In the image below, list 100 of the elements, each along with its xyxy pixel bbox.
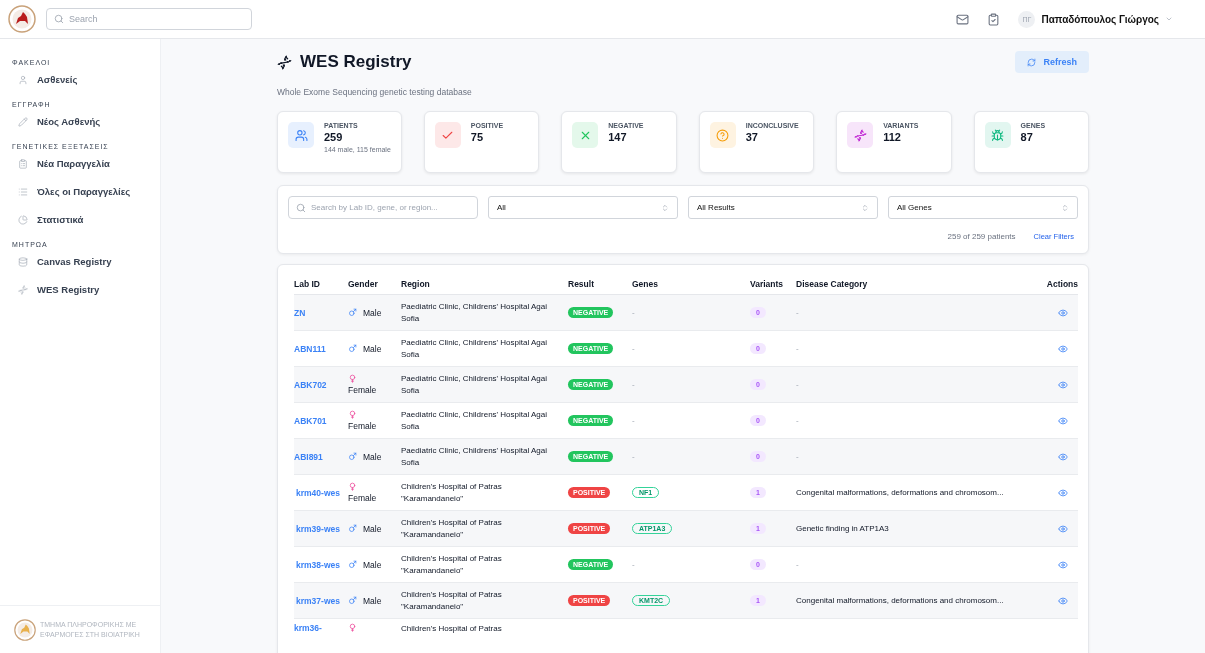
pencil-icon	[18, 116, 28, 127]
sidebar-item[interactable]: Νέα Παραγγελία	[0, 153, 160, 174]
empty-genes: -	[632, 308, 635, 317]
lab-id-link[interactable]: krm37-wes	[294, 595, 342, 606]
empty-genes: -	[632, 560, 635, 569]
stat-value: 112	[883, 131, 902, 143]
lab-id-link[interactable]: ABK701	[294, 415, 342, 426]
stat-value: 37	[745, 131, 759, 143]
view-icon[interactable]	[1058, 343, 1068, 354]
lab-id-link[interactable]: ABI891	[294, 451, 342, 462]
gender-text: Male	[363, 451, 382, 462]
filter-select[interactable]: All	[488, 196, 678, 219]
empty-disease: -	[796, 308, 799, 317]
view-icon[interactable]	[1058, 307, 1068, 318]
column-header: Region	[401, 273, 568, 295]
disease-text: Congenital malformations, deformations and chromosom...	[796, 488, 1004, 497]
list-icon	[18, 186, 28, 197]
lab-id-link[interactable]: ABN111	[294, 343, 342, 354]
page-subtitle: Whole Exome Sequencing genetic testing database	[277, 87, 473, 97]
search-icon	[296, 202, 306, 213]
view-icon[interactable]	[1058, 595, 1068, 606]
empty-genes: -	[632, 380, 635, 389]
stat-value: 147	[608, 131, 628, 143]
refresh-button[interactable]: Refresh	[1015, 51, 1089, 73]
lab-id-link[interactable]: ZN	[294, 307, 342, 318]
column-header: Variants	[750, 273, 796, 295]
sidebar-item[interactable]: Όλες οι Παραγγελίες	[0, 181, 160, 202]
column-header: Actions	[1032, 273, 1078, 295]
lab-id-link[interactable]: krm38-wes	[294, 559, 342, 570]
region-text: Children's Hospital of Patras "Karamandaneio"	[401, 552, 503, 577]
region-text: Children's Hospital of Patras "Karamandaneio"	[401, 516, 503, 541]
view-icon[interactable]	[1058, 415, 1068, 426]
dna-icon	[18, 284, 28, 295]
region-text: Paediatric Clinic, Childrens' Hospital Agai Sofia	[401, 336, 549, 361]
gender-text: Male	[363, 343, 382, 354]
chevrons-icon	[861, 203, 869, 212]
university-logo	[8, 5, 36, 33]
region-text: Paediatric Clinic, Childrens' Hospital Agai Sofia	[401, 408, 549, 433]
view-icon[interactable]	[1058, 379, 1068, 390]
empty-disease: -	[796, 380, 799, 389]
lab-id-link[interactable]: ABK702	[294, 379, 342, 390]
clipboard-check-icon[interactable]	[987, 12, 1001, 26]
gender-text: Female	[348, 421, 377, 431]
stat-value: 259	[324, 131, 344, 143]
region-text: Children's Hospital of Patras "Karamandaneio"	[401, 480, 503, 505]
lab-id-link[interactable]: krm36-	[294, 623, 342, 633]
column-header: Gender	[348, 273, 401, 295]
empty-disease: -	[796, 416, 799, 425]
region-text: Paediatric Clinic, Childrens' Hospital Agai Sofia	[401, 372, 549, 397]
chevrons-icon	[1061, 203, 1069, 212]
department-logo	[14, 618, 36, 641]
sidebar-item[interactable]: Ασθενείς	[0, 69, 160, 90]
empty-disease: -	[796, 452, 799, 461]
empty-disease: -	[796, 344, 799, 353]
region-text: Paediatric Clinic, Childrens' Hospital Agai Sofia	[401, 300, 549, 325]
database-icon	[18, 256, 28, 267]
chevron-down-icon	[1165, 15, 1173, 23]
stat-value: 87	[1020, 131, 1034, 143]
sidebar-item[interactable]: Στατιστικά	[0, 209, 160, 230]
lab-id-link[interactable]: krm40-wes	[294, 487, 342, 498]
region-text: Paediatric Clinic, Childrens' Hospital Agai Sofia	[401, 444, 549, 469]
view-icon[interactable]	[1058, 487, 1068, 498]
mail-icon[interactable]	[956, 12, 970, 26]
filter-select[interactable]: All Genes	[888, 196, 1078, 219]
empty-genes: -	[632, 344, 635, 353]
gender-text: Male	[363, 559, 382, 570]
sidebar-item[interactable]: Νέος Ασθενής	[0, 111, 160, 132]
chevrons-icon	[661, 203, 669, 212]
empty-disease: -	[796, 560, 799, 569]
sidebar-item[interactable]: Canvas Registry	[0, 251, 160, 272]
pie-icon	[18, 214, 28, 225]
lab-id-link[interactable]: krm39-wes	[294, 523, 342, 534]
view-icon[interactable]	[1058, 559, 1068, 570]
view-icon[interactable]	[1058, 523, 1068, 534]
disease-text: Congenital malformations, deformations and chromosom...	[796, 596, 1004, 605]
empty-genes: -	[632, 416, 635, 425]
gender-text: Female	[348, 493, 377, 503]
stat-value: 75	[470, 131, 485, 143]
column-header: Genes	[632, 273, 750, 295]
page-title: WES Registry	[300, 52, 412, 72]
refresh-icon	[1027, 57, 1037, 67]
disease-text: Genetic finding in ATP1A3	[796, 524, 889, 533]
result-count: 259 of 259 patients	[947, 232, 1016, 241]
column-header: Result	[568, 273, 632, 295]
search-field[interactable]: Search by Lab ID, gene, or region...	[288, 196, 478, 219]
gender-text: Female	[348, 385, 377, 395]
region-text: Children's Hospital of Patras "Karamandaneio"	[401, 588, 503, 613]
filter-select[interactable]: All Results	[688, 196, 878, 219]
gender-text: Male	[363, 307, 382, 318]
search-icon	[54, 14, 64, 24]
search-field[interactable]: Search	[46, 8, 252, 30]
dna-icon	[277, 54, 292, 70]
gender-text: Male	[363, 595, 382, 606]
sidebar-item[interactable]: WES Registry	[0, 279, 160, 300]
view-icon[interactable]	[1058, 451, 1068, 462]
gender-text: Male	[363, 523, 382, 534]
empty-genes: -	[632, 452, 635, 461]
column-header: Disease Category	[796, 273, 1032, 295]
clipboard-icon	[18, 158, 28, 169]
region-text: Children's Hospital of Patras	[401, 623, 503, 635]
